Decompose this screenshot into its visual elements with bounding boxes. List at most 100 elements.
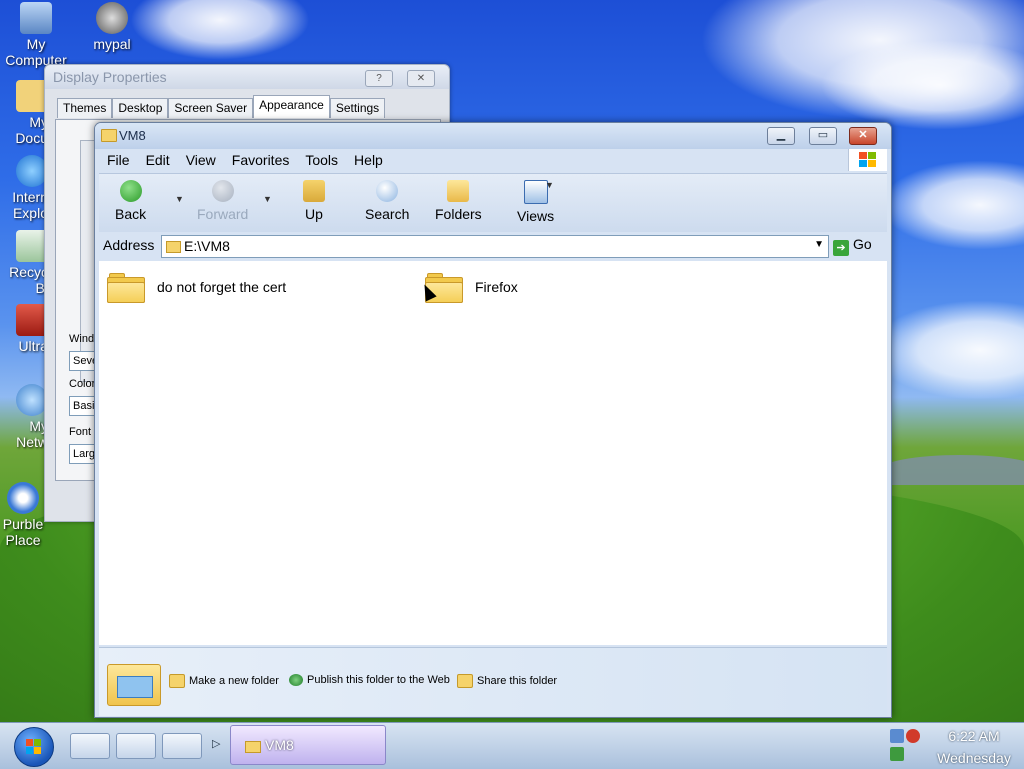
views-icon — [523, 180, 548, 204]
desktop-icon-label: Netw — [16, 434, 48, 450]
search-icon — [376, 180, 399, 202]
desktop-icon-label: My — [26, 36, 46, 52]
title-bar[interactable]: VM8 ▁ ▭ ✕ — [95, 123, 891, 149]
desktop-icon-recycle-bin[interactable]: Recyc Bi — [0, 230, 48, 296]
clock[interactable]: 6:22 AM Wednesday — [928, 725, 1020, 769]
list-item[interactable]: do not forget the cert — [107, 273, 286, 303]
desktop-icon-internet-explorer[interactable]: Intern Explo — [0, 155, 48, 221]
dialog-tabs: Themes Desktop Screen Saver Appearance S… — [57, 95, 386, 118]
folders-label: Folders — [435, 206, 482, 222]
desktop-icon-my-network[interactable]: My Netw — [0, 384, 48, 450]
folder-icon — [107, 273, 145, 303]
color-scheme-label: Color — [69, 378, 96, 390]
address-label: Address — [103, 237, 155, 253]
address-bar: Address E:\VM8 ▼ ➔ Go — [99, 233, 887, 259]
desktop-icon-label: Docu — [15, 130, 48, 146]
clock-time: 6:22 AM — [948, 728, 1000, 744]
desktop-icon-label: Purble — [2, 516, 44, 532]
tab-themes[interactable]: Themes — [57, 98, 113, 118]
folder-icon — [166, 241, 181, 253]
menu-favorites[interactable]: Favorites — [224, 152, 298, 168]
clock-day: Wednesday — [937, 750, 1011, 766]
desktop-icon-mypal[interactable]: mypal — [80, 2, 144, 52]
forward-button[interactable]: Forward — [197, 180, 248, 222]
quicklaunch-ie-icon[interactable] — [70, 733, 110, 759]
folder-tasks-bar: Make a new folder Publish this folder to… — [99, 647, 887, 716]
back-button[interactable]: Back — [115, 180, 146, 222]
chevron-down-icon[interactable]: ▼ — [814, 239, 824, 250]
quicklaunch-desktop-icon[interactable] — [162, 733, 202, 759]
views-dropdown[interactable]: ▼ — [545, 180, 554, 190]
desktop-icon-label: Bi — [35, 280, 48, 296]
folders-icon — [447, 180, 470, 202]
file-list[interactable]: do not forget the cert Firefox — [99, 261, 887, 645]
up-label: Up — [305, 206, 323, 222]
desktop-icon-my-computer[interactable]: My Computer — [4, 2, 68, 68]
minimize-button[interactable]: ▁ — [767, 127, 795, 145]
tab-desktop[interactable]: Desktop — [112, 98, 169, 118]
make-new-folder-link[interactable]: Make a new folder — [169, 674, 279, 688]
dialog-close-button[interactable]: ✕ — [407, 70, 435, 87]
new-folder-icon — [169, 674, 185, 688]
make-new-folder-label: Make a new folder — [189, 675, 279, 687]
close-button[interactable]: ✕ — [849, 127, 877, 145]
forward-dropdown[interactable]: ▼ — [263, 194, 272, 204]
system-tray: 6:22 AM Wednesday — [884, 725, 1024, 767]
folder-icon — [245, 741, 261, 753]
back-dropdown[interactable]: ▼ — [175, 194, 184, 204]
desktop-icon-my-documents[interactable]: My Docu — [0, 80, 48, 146]
menu-view[interactable]: View — [178, 152, 224, 168]
tab-settings[interactable]: Settings — [329, 98, 386, 118]
menu-edit[interactable]: Edit — [138, 152, 178, 168]
up-button[interactable]: Up — [303, 180, 325, 222]
desktop-icon-ultraiso[interactable]: Ultra — [0, 304, 48, 354]
forward-arrow-icon — [211, 180, 234, 202]
address-input[interactable]: E:\VM8 ▼ — [161, 235, 829, 258]
windows-logo-icon — [848, 149, 887, 171]
taskbar: ▷ VM8 6:22 AM Wednesday — [0, 722, 1024, 769]
taskbar-button-vm8[interactable]: VM8 — [230, 725, 386, 765]
cloud — [870, 300, 1024, 400]
address-value: E:\VM8 — [184, 238, 230, 254]
help-button[interactable]: ? — [365, 70, 393, 87]
tray-icon[interactable] — [890, 747, 904, 761]
menu-file[interactable]: File — [99, 152, 138, 168]
menu-tools[interactable]: Tools — [297, 152, 346, 168]
tab-screen-saver[interactable]: Screen Saver — [168, 98, 254, 118]
computer-icon — [20, 2, 52, 34]
go-arrow-icon: ➔ — [833, 240, 849, 256]
mypal-icon — [96, 2, 128, 34]
maximize-button[interactable]: ▭ — [809, 127, 837, 145]
tab-appearance[interactable]: Appearance — [253, 95, 330, 118]
desktop-icon-label: My — [29, 418, 48, 434]
share-folder-link[interactable]: Share this folder — [457, 674, 557, 688]
security-tray-icon[interactable] — [906, 729, 920, 743]
folders-button[interactable]: Folders — [435, 180, 482, 222]
desktop-icon-label: Recyc — [9, 264, 48, 280]
quicklaunch-expand-icon[interactable]: ▷ — [212, 737, 220, 750]
publish-folder-label: Publish this folder to the Web — [307, 674, 450, 686]
go-label: Go — [853, 236, 872, 252]
search-label: Search — [365, 206, 410, 222]
large-folder-icon — [107, 658, 161, 706]
windows-logo-icon — [26, 739, 41, 754]
list-item[interactable]: Firefox — [425, 273, 518, 303]
go-button[interactable]: ➔ Go — [833, 236, 872, 256]
publish-folder-link[interactable]: Publish this folder to the Web — [289, 674, 450, 686]
mountain — [880, 455, 1024, 485]
start-button[interactable] — [14, 727, 54, 767]
standard-toolbar: Back ▼ Forward ▼ Up Search Folders Views… — [99, 173, 887, 232]
explorer-window[interactable]: VM8 ▁ ▭ ✕ File Edit View Favorites Tools… — [94, 122, 892, 718]
desktop-icon-purble-place[interactable]: Purble Place — [0, 482, 46, 548]
search-button[interactable]: Search — [365, 180, 409, 222]
purble-place-icon — [7, 482, 39, 514]
cloud — [130, 0, 310, 60]
back-label: Back — [115, 206, 147, 222]
network-tray-icon[interactable] — [890, 729, 904, 743]
globe-icon — [289, 674, 303, 686]
item-name: Firefox — [475, 279, 518, 295]
quicklaunch-browser-icon[interactable] — [116, 733, 156, 759]
taskbar-button-label: VM8 — [265, 737, 294, 753]
menu-help[interactable]: Help — [346, 152, 391, 168]
windows-buttons-label: Wind — [69, 333, 95, 345]
